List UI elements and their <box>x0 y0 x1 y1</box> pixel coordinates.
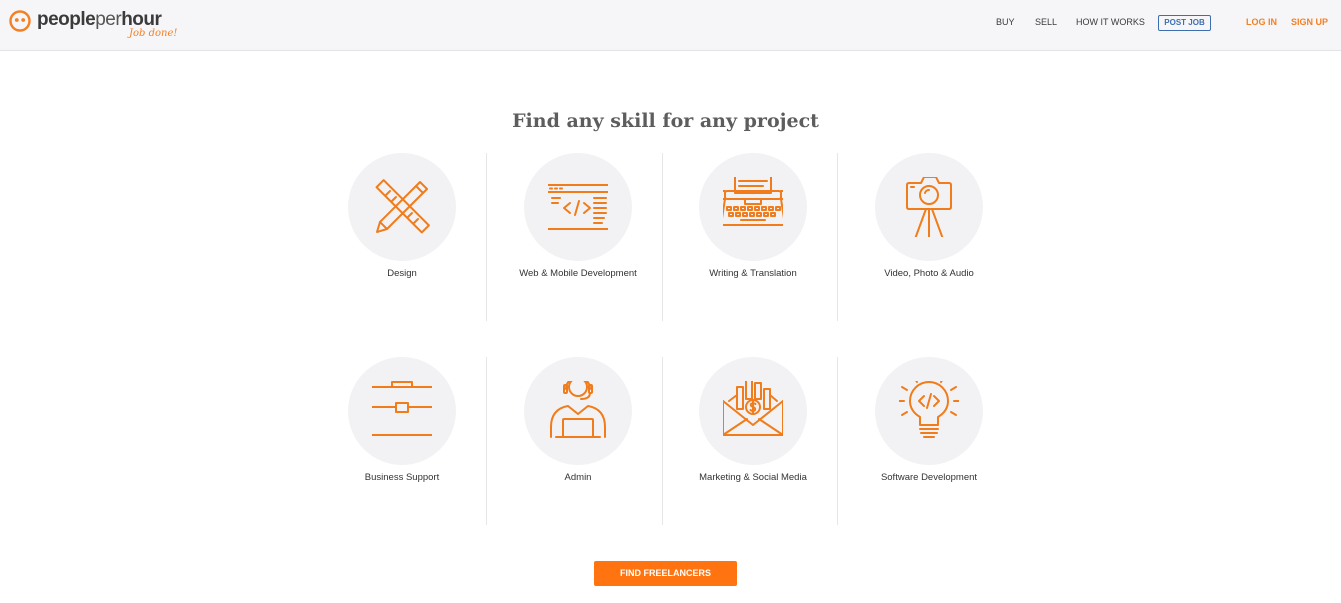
category-icon-circle <box>524 357 632 465</box>
category-business-support[interactable]: Business Support <box>317 357 487 507</box>
category-icon-circle <box>699 357 807 465</box>
category-icon-circle <box>875 153 983 261</box>
category-icon-circle <box>875 357 983 465</box>
nav-how-it-works[interactable]: HOW IT WORKS <box>1076 16 1145 28</box>
category-icon-circle <box>348 153 456 261</box>
briefcase-icon <box>372 381 432 436</box>
category-software-development[interactable]: Software Development <box>844 357 1014 507</box>
category-label: Business Support <box>364 472 440 483</box>
camera-tripod-icon <box>906 177 952 237</box>
smiley-face-icon <box>9 10 31 32</box>
category-label: Admin <box>564 472 592 483</box>
find-freelancers-button[interactable]: FIND FREELANCERS <box>594 561 737 586</box>
category-label: Design <box>387 268 417 279</box>
category-writing-translation[interactable]: Writing & Translation <box>668 153 838 303</box>
brand-name-part: per <box>95 9 122 30</box>
category-video-photo-audio[interactable]: Video, Photo & Audio <box>844 153 1014 303</box>
envelope-chart-icon <box>723 381 783 436</box>
category-icon-circle <box>348 357 456 465</box>
headset-operator-icon <box>550 381 606 438</box>
page-headline: Find any skill for any project <box>512 110 819 132</box>
category-icon-circle <box>699 153 807 261</box>
post-job-button[interactable]: POST JOB <box>1158 15 1211 31</box>
category-label: Video, Photo & Audio <box>884 268 974 279</box>
category-web-mobile-development[interactable]: Web & Mobile Development <box>493 153 663 303</box>
brand-tagline: Job done! <box>129 28 178 39</box>
category-admin[interactable]: Admin <box>493 357 663 507</box>
category-marketing-social-media[interactable]: Marketing & Social Media <box>668 357 838 507</box>
category-label: Software Development <box>880 472 978 483</box>
category-icon-circle <box>524 153 632 261</box>
nav-buy[interactable]: BUY <box>996 16 1015 28</box>
code-window-icon <box>548 184 608 230</box>
typewriter-icon <box>723 177 783 226</box>
log-in-link[interactable]: LOG IN <box>1246 16 1277 28</box>
category-label: Marketing & Social Media <box>699 472 807 483</box>
category-design[interactable]: Design <box>317 153 487 303</box>
top-header: peopleperhour Job done! BUY SELL HOW IT … <box>0 0 1341 51</box>
category-label: Web & Mobile Development <box>519 268 637 279</box>
sign-up-link[interactable]: SIGN UP <box>1291 16 1328 28</box>
brand-name-part: hour <box>121 9 162 30</box>
lightbulb-code-icon <box>899 381 959 438</box>
brand-name-part: people <box>37 9 96 30</box>
category-label: Writing & Translation <box>709 268 797 279</box>
nav-sell[interactable]: SELL <box>1035 16 1057 28</box>
pencil-ruler-icon <box>375 179 430 234</box>
